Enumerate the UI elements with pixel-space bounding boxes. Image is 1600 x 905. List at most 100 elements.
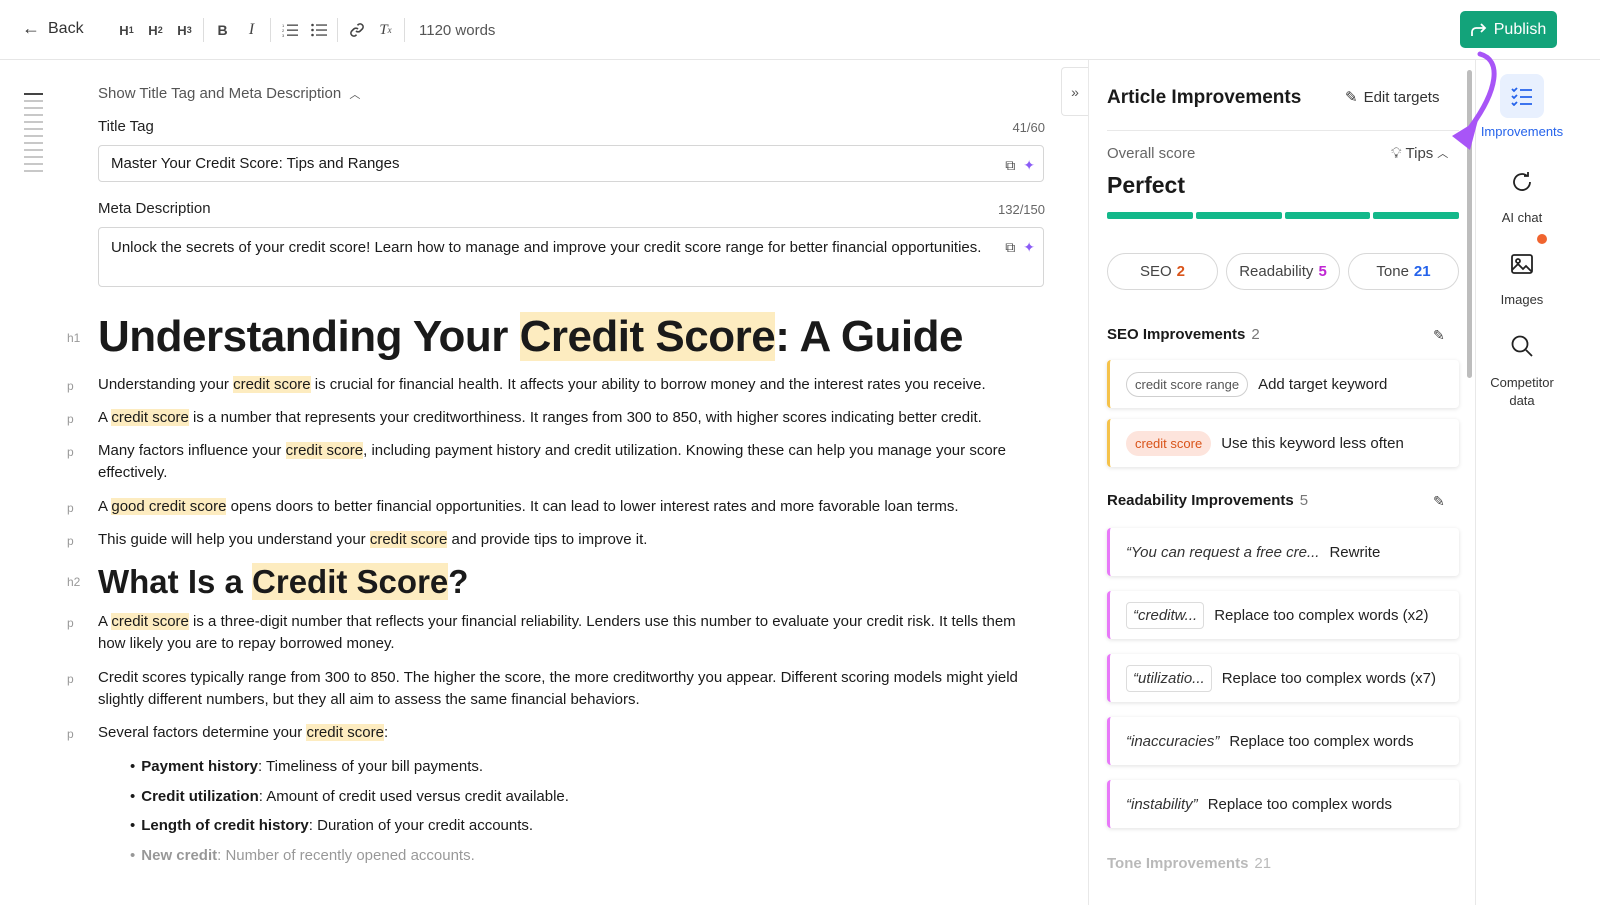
title-tag-input[interactable]: Master Your Credit Score: Tips and Range… [98,145,1044,182]
improvement-action: Rewrite [1329,543,1381,561]
meta-description-input[interactable]: Unlock the secrets of your credit score!… [98,227,1044,287]
svg-text:3: 3 [282,33,285,37]
improvement-action: Replace too complex words (x7) [1221,669,1436,687]
readability-improvement-item[interactable]: “You can request a free cre... Rewrite [1107,528,1459,576]
block-type-tag: p [67,445,74,459]
italic-button[interactable]: I [237,16,266,44]
tone-section-title[interactable]: Tone Improvements 21 [1107,855,1271,872]
rail-competitor-data[interactable]: Competitor data [1477,324,1567,410]
quote-snippet: “inaccuracies” [1126,732,1220,750]
block-type-tag: p [67,501,74,515]
rail-images[interactable]: Images [1477,242,1567,307]
clear-format-icon[interactable]: Tx [371,16,400,44]
block-type-tag: h2 [67,575,81,589]
ordered-list-icon[interactable]: 123 [275,16,304,44]
pencil-icon[interactable]: ✎ [1433,327,1445,344]
block-type-tag: p [67,672,74,686]
readability-improvement-item[interactable]: “inaccuracies” Replace too complex words [1107,717,1459,765]
document-outline[interactable] [24,93,44,177]
publish-button[interactable]: Publish [1460,11,1557,48]
bold-button[interactable]: B [208,16,237,44]
heading-3-button[interactable]: H3 [170,16,199,44]
block-type-tag: p [67,534,74,548]
checklist-icon [1500,74,1544,118]
improvements-panel: Article Improvements ✎ Edit targets Over… [1088,60,1476,905]
improvement-action: Replace too complex words [1207,795,1392,813]
quote-snippet: “instability” [1126,795,1198,813]
factor-list: Payment history: Timeliness of your bill… [130,756,569,874]
paragraph[interactable]: Many factors influence your credit score… [98,440,1038,484]
chevron-up-icon: ︿ [349,89,361,101]
block-type-tag: p [67,616,74,630]
paragraph[interactable]: Credit scores typically range from 300 t… [98,667,1038,711]
rail-label: Competitor data [1490,375,1554,408]
pill-tone[interactable]: Tone 21 [1348,253,1459,290]
seo-improvement-item[interactable]: credit score Use this keyword less often [1107,419,1459,467]
copy-icon[interactable]: ⧉ [1005,154,1015,176]
heading-1-button[interactable]: H1 [112,16,141,44]
seo-section-title: SEO Improvements 2 [1107,326,1260,343]
rail-ai-chat[interactable]: AI chat [1477,160,1567,225]
paragraph[interactable]: Several factors determine your credit sc… [98,722,1038,744]
list-item[interactable]: Credit utilization: Amount of credit use… [130,786,569,808]
score-segment [1195,212,1282,219]
readability-improvement-item[interactable]: “utilizatio... Replace too complex words… [1107,654,1459,702]
rail-improvements[interactable]: Improvements [1477,74,1567,139]
bullet-list-icon[interactable] [304,16,333,44]
back-button[interactable]: ← Back [22,18,84,39]
list-item[interactable]: Length of credit history: Duration of yo… [130,815,569,837]
improvement-action: Replace too complex words [1229,732,1414,750]
arrow-left-icon: ← [22,18,40,38]
article-title[interactable]: Understanding Your Credit Score: A Guide [98,310,1038,364]
pill-readability[interactable]: Readability 5 [1226,253,1340,290]
ai-sparkle-icon[interactable]: ✦ [1023,236,1035,258]
ai-sparkle-icon[interactable]: ✦ [1023,154,1035,176]
improvement-action: Add target keyword [1258,375,1388,393]
pencil-icon[interactable]: ✎ [1433,493,1445,510]
tips-label: Tips [1405,145,1434,162]
quote-snippet: “creditw... [1126,601,1205,629]
score-segment [1373,212,1459,219]
lightbulb-icon: 💡︎ [1391,145,1402,162]
paragraph[interactable]: Understanding your credit score is cruci… [98,374,1038,396]
keyword-highlight: Credit Score [519,312,776,361]
paragraph[interactable]: A credit score is a three-digit number t… [98,611,1038,655]
paragraph[interactable]: A credit score is a number that represen… [98,407,1038,429]
field-actions: ⧉ ✦ [1005,236,1035,258]
image-icon [1500,242,1544,286]
paragraph[interactable]: A good credit score opens doors to bette… [98,496,1038,518]
block-type-tag: p [67,727,74,741]
keyword-highlight: credit score [285,442,364,459]
list-item[interactable]: New credit: Number of recently opened ac… [130,845,569,867]
overall-score-value: Perfect [1107,172,1185,198]
overall-score-label: Overall score [1107,145,1196,162]
tips-toggle[interactable]: 💡︎ Tips ︿ [1391,145,1448,162]
toolbar-divider [404,18,405,42]
back-label: Back [48,19,84,37]
field-actions: ⧉ ✦ [1005,154,1035,176]
score-segment [1107,212,1193,219]
paragraph[interactable]: This guide will help you understand your… [98,529,1038,551]
double-chevron-right-icon: » [1071,83,1079,100]
rail-label: Improvements [1480,124,1564,139]
link-icon[interactable] [342,16,371,44]
pencil-icon: ✎ [1345,89,1358,106]
seo-improvement-item[interactable]: credit score range Add target keyword [1107,360,1459,408]
keyword-highlight: credit score [233,376,311,393]
publish-label: Publish [1493,20,1547,38]
edit-targets-button[interactable]: ✎ Edit targets [1345,88,1439,107]
readability-improvement-item[interactable]: “instability” Replace too complex words [1107,780,1459,828]
meta-toggle[interactable]: Show Title Tag and Meta Description ︿ [98,85,360,102]
panel-title: Article Improvements [1107,87,1302,108]
title-tag-count: 41/60 [1012,120,1045,135]
heading-2-button[interactable]: H2 [141,16,170,44]
section-heading[interactable]: What Is a Credit Score? [98,561,1038,603]
pill-seo[interactable]: SEO 2 [1107,253,1218,290]
rail-label: AI chat [1501,210,1543,225]
copy-icon[interactable]: ⧉ [1005,236,1015,258]
list-item[interactable]: Payment history: Timeliness of your bill… [130,756,569,778]
collapse-panel-button[interactable]: » [1061,67,1088,116]
panel-scrollbar[interactable] [1467,70,1472,378]
readability-improvement-item[interactable]: “creditw... Replace too complex words (x… [1107,591,1459,639]
meta-description-count: 132/150 [998,202,1045,217]
